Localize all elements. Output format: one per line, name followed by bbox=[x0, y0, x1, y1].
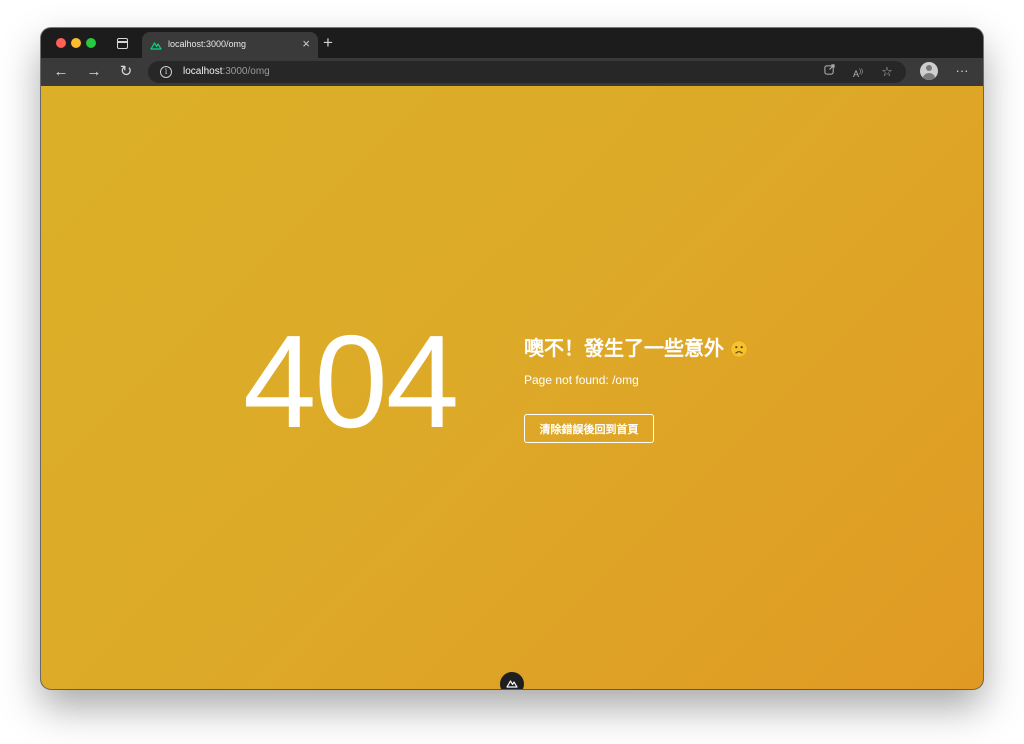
url-host: localhost bbox=[183, 66, 223, 77]
url-path: :3000/omg bbox=[222, 66, 270, 77]
back-button[interactable]: ← bbox=[51, 62, 71, 82]
tab-active[interactable]: localhost:3000/omg × bbox=[142, 32, 318, 58]
browser-window: localhost:3000/omg × + ← → ↻ i localhost… bbox=[41, 28, 983, 689]
window-minimize-button[interactable] bbox=[71, 38, 81, 48]
reload-button[interactable]: ↻ bbox=[116, 62, 136, 82]
tab-strip: localhost:3000/omg × + bbox=[41, 28, 983, 58]
nuxt-devtools-button[interactable] bbox=[500, 672, 524, 689]
address-bar[interactable]: i localhost:3000/omg A)) ☆ bbox=[148, 61, 906, 83]
tab-actions-icon[interactable] bbox=[117, 38, 128, 49]
nuxt-logo-icon bbox=[150, 42, 162, 50]
tab-title: localhost:3000/omg bbox=[168, 39, 247, 49]
new-tab-button[interactable]: + bbox=[323, 34, 333, 51]
nuxt-devtools-icon bbox=[506, 680, 518, 688]
error-code: 404 bbox=[243, 308, 459, 455]
error-title: 噢不！發生了一些意外 bbox=[524, 332, 748, 361]
forward-button[interactable]: → bbox=[84, 62, 104, 82]
info-icon[interactable]: i bbox=[160, 66, 172, 78]
favorite-star-icon[interactable]: ☆ bbox=[879, 64, 895, 80]
browser-toolbar: ← → ↻ i localhost:3000/omg A)) ☆ ··· bbox=[41, 58, 983, 86]
window-maximize-button[interactable] bbox=[86, 38, 96, 48]
settings-menu-button[interactable]: ··· bbox=[951, 62, 973, 82]
sad-face-icon bbox=[730, 340, 748, 358]
open-in-app-icon[interactable] bbox=[821, 64, 837, 80]
window-close-button[interactable] bbox=[56, 38, 66, 48]
read-aloud-icon[interactable]: A)) bbox=[850, 64, 866, 80]
error-message: Page not found: /omg bbox=[524, 373, 639, 387]
error-title-text: 噢不！發生了一些意外 bbox=[524, 336, 724, 360]
tab-close-icon[interactable]: × bbox=[302, 37, 310, 50]
url-text[interactable]: localhost:3000/omg bbox=[183, 66, 270, 77]
profile-avatar-icon[interactable] bbox=[920, 62, 938, 80]
page-content: 404 噢不！發生了一些意外 Page not found: /omg 清除錯誤… bbox=[41, 86, 983, 689]
clear-error-home-button[interactable]: 清除錯誤後回到首頁 bbox=[524, 414, 654, 443]
